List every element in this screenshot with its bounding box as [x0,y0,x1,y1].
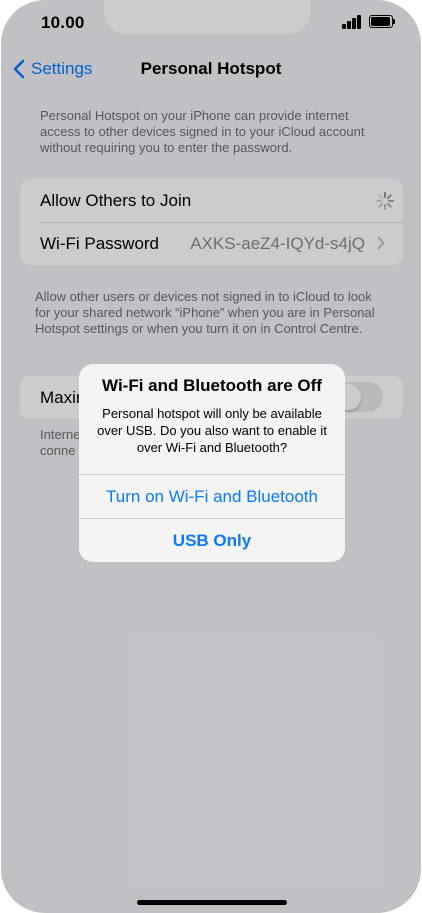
home-indicator[interactable] [137,900,287,905]
usb-only-button[interactable]: USB Only [79,519,345,562]
turn-on-wifi-bluetooth-button[interactable]: Turn on Wi-Fi and Bluetooth [79,475,345,518]
screen: 10.00 Settings Personal Hotspot Personal… [1,0,421,913]
alert-message: Personal hotspot will only be available … [97,406,327,455]
alert-title: Wi-Fi and Bluetooth are Off [102,376,322,395]
phone-frame: 10.00 Settings Personal Hotspot Personal… [0,0,422,913]
alert-dialog: Wi-Fi and Bluetooth are Off Personal hot… [79,364,345,562]
